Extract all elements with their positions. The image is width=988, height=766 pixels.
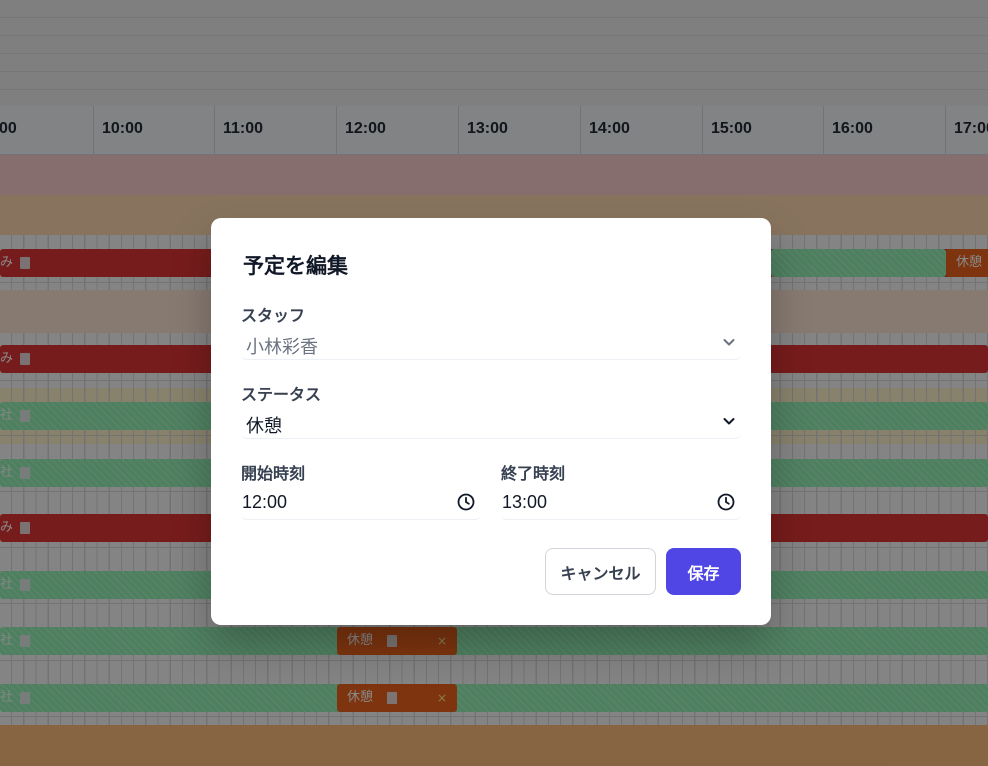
- end-time-label: 終了時刻: [501, 464, 566, 483]
- end-time-input[interactable]: 13:00: [501, 485, 741, 520]
- edit-schedule-dialog: 予定を編集 スタッフ 小林彩香 ステータス 休憩 開始時刻 12:00 終了時刻…: [211, 218, 771, 625]
- cancel-button[interactable]: キャンセル: [545, 548, 656, 595]
- dialog-title: 予定を編集: [243, 254, 348, 278]
- status-select[interactable]: 休憩: [241, 406, 741, 439]
- chevron-down-icon: [723, 418, 735, 425]
- clock-icon[interactable]: [457, 493, 475, 511]
- staff-label: スタッフ: [241, 306, 306, 325]
- status-label: ステータス: [241, 385, 322, 404]
- staff-select[interactable]: 小林彩香: [241, 327, 741, 360]
- save-button[interactable]: 保存: [666, 548, 741, 595]
- chevron-down-icon: [723, 339, 735, 346]
- clock-icon[interactable]: [717, 493, 735, 511]
- start-time-value: 12:00: [242, 492, 288, 512]
- end-time-value: 13:00: [502, 492, 548, 512]
- staff-select-value: 小林彩香: [246, 337, 318, 358]
- start-time-label: 開始時刻: [241, 464, 306, 483]
- status-select-value: 休憩: [246, 416, 282, 437]
- start-time-input[interactable]: 12:00: [241, 485, 481, 520]
